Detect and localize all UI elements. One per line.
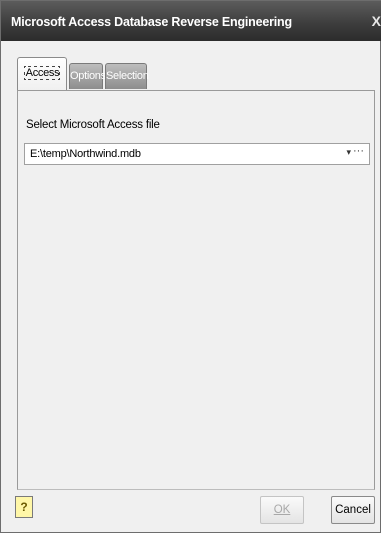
title-bar[interactable]: Microsoft Access Database Reverse Engine… <box>1 1 381 41</box>
reverse-engineering-dialog: Microsoft Access Database Reverse Engine… <box>0 0 381 533</box>
tab-panel-access-file: Select Microsoft Access file E:\temp\Nor… <box>17 90 375 490</box>
window-title: Microsoft Access Database Reverse Engine… <box>11 15 292 29</box>
tab-selection[interactable]: Selection <box>105 63 149 89</box>
access-file-label: Select Microsoft Access file <box>26 119 160 131</box>
ok-button-label: OK <box>273 504 291 516</box>
cancel-button-label: Cancel <box>335 504 371 516</box>
chevron-down-icon[interactable]: ▾ <box>346 147 351 158</box>
tab-options[interactable]: Options <box>69 63 106 89</box>
ok-button[interactable]: OK <box>260 496 304 524</box>
cancel-button[interactable]: Cancel <box>331 496 375 524</box>
close-icon[interactable]: X <box>372 13 381 29</box>
tab-options-label: Options <box>70 70 106 82</box>
access-file-value: E:\temp\Northwind.mdb <box>30 148 141 160</box>
access-file-combo[interactable]: E:\temp\Northwind.mdb ▾ ··· <box>24 143 370 165</box>
browse-icon[interactable]: ··· <box>353 145 364 157</box>
tab-selection-label: Selection <box>106 70 149 82</box>
tab-access-file[interactable]: Access File <box>17 57 67 110</box>
help-icon[interactable]: ? <box>15 496 33 518</box>
